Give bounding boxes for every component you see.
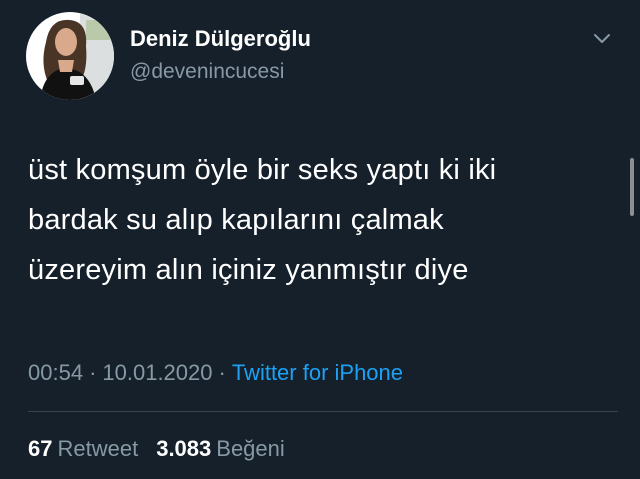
- retweet-stat[interactable]: 67 Retweet: [28, 436, 138, 461]
- tweet-time[interactable]: 00:54: [28, 360, 83, 385]
- avatar-photo: [26, 12, 114, 100]
- tweet-stats: 67 Retweet 3.083 Beğeni: [28, 436, 285, 462]
- scrollbar-thumb[interactable]: [630, 158, 634, 216]
- like-stat[interactable]: 3.083 Beğeni: [156, 436, 285, 461]
- retweet-count: 67: [28, 436, 53, 461]
- tweet-source-link[interactable]: Twitter for iPhone: [232, 360, 403, 385]
- tweet-text-line: üst komşum öyle bir seks yaptı ki iki: [28, 154, 497, 186]
- tweet-text-line: üzereyim alın içiniz yanmıştır diye: [28, 254, 469, 286]
- like-label: Beğeni: [216, 436, 285, 461]
- avatar[interactable]: [26, 12, 114, 100]
- meta-separator: ·: [89, 360, 97, 385]
- tweet-text: üst komşum öyle bir seks yaptı ki iki ba…: [28, 145, 608, 295]
- display-name[interactable]: Deniz Dülgeroğlu: [130, 26, 311, 52]
- tweet-meta: 00:54 · 10.01.2020 · Twitter for iPhone: [28, 360, 403, 386]
- user-handle[interactable]: @devenincucesi: [130, 60, 284, 84]
- tweet-container: Deniz Dülgeroğlu @devenincucesi üst komş…: [0, 0, 640, 479]
- divider: [28, 411, 618, 412]
- tweet-date[interactable]: 10.01.2020: [102, 360, 212, 385]
- meta-separator: ·: [218, 360, 226, 385]
- tweet-text-line: bardak su alıp kapılarını çalmak: [28, 204, 444, 236]
- chevron-down-icon[interactable]: [590, 30, 614, 48]
- retweet-label: Retweet: [57, 436, 139, 461]
- like-count: 3.083: [156, 436, 212, 461]
